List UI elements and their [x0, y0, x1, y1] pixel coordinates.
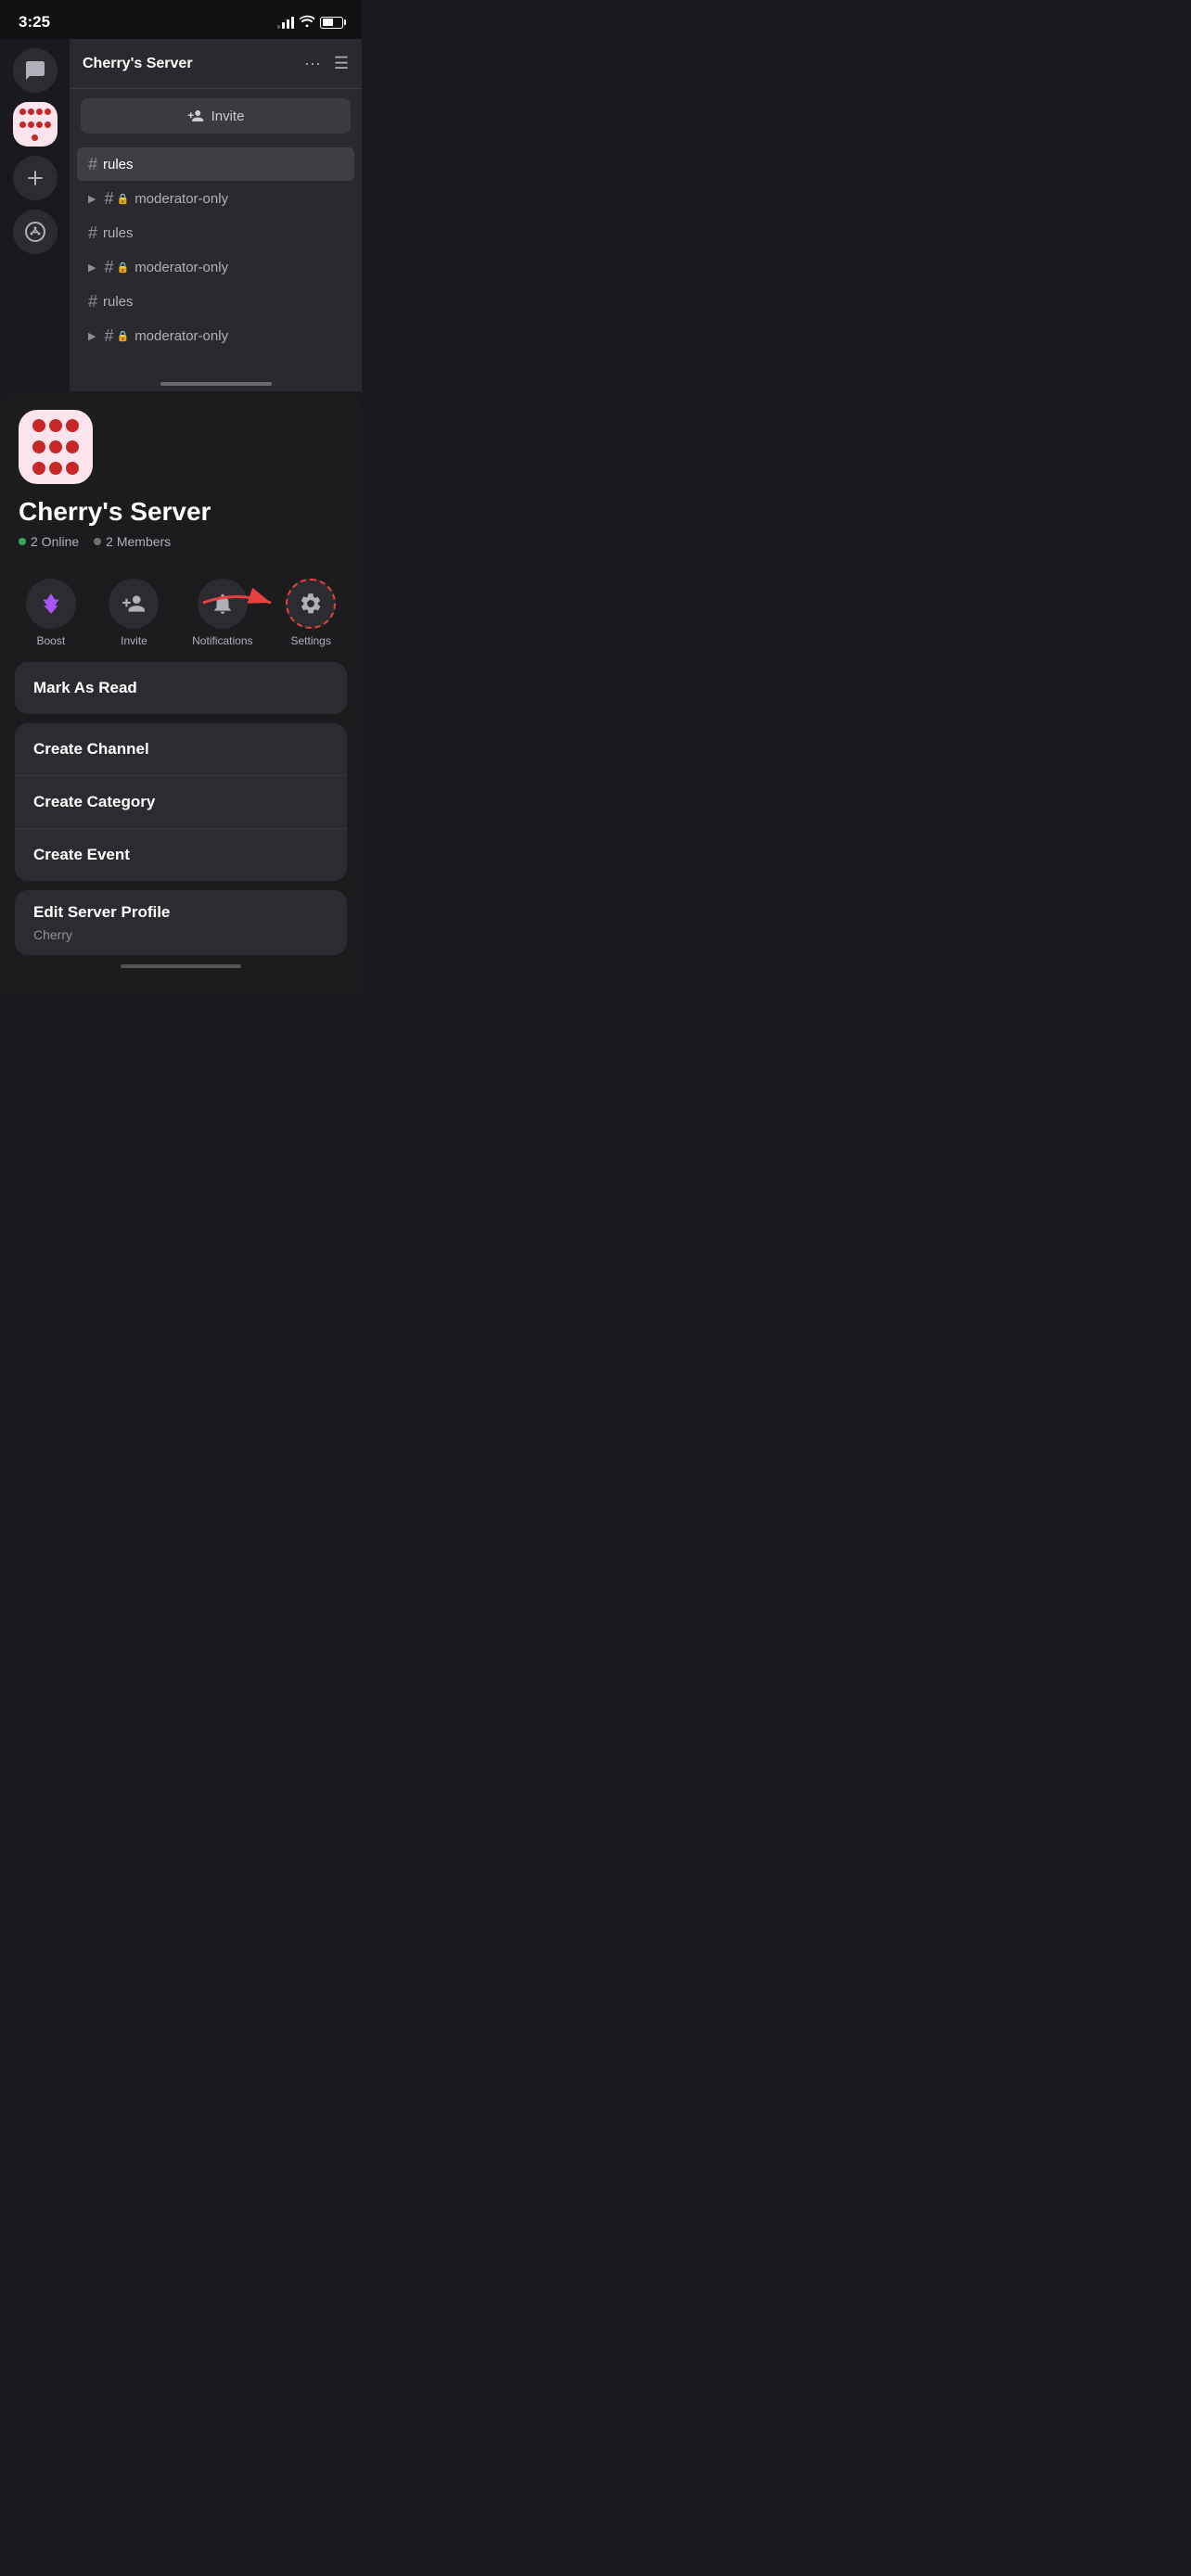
sidebar: [0, 39, 70, 391]
channel-name: rules: [103, 157, 134, 172]
channel-panel: Cherry's Server ··· ☰ Invite # rules ▶ #…: [70, 39, 362, 391]
create-channel-button[interactable]: Create Channel: [15, 723, 347, 776]
hamburger-menu-icon[interactable]: ☰: [334, 54, 349, 73]
channel-name: moderator-only: [134, 328, 228, 344]
boost-label: Boost: [36, 634, 65, 647]
channel-item-rules-2[interactable]: # rules: [77, 216, 354, 249]
server-title: Cherry's Server: [19, 497, 343, 527]
signal-icon: [277, 16, 294, 29]
server-avatar-large: [19, 410, 93, 484]
channel-hash-icon: #: [88, 293, 97, 310]
channel-arrow-icon: ▶: [88, 330, 96, 342]
settings-button[interactable]: Settings: [286, 579, 336, 647]
more-options-icon[interactable]: ···: [304, 54, 321, 73]
invite-button-label: Invite: [211, 108, 245, 124]
invite-label: Invite: [121, 634, 147, 647]
channel-hash-icon: #: [104, 190, 113, 207]
sidebar-item-add-server[interactable]: [13, 156, 58, 200]
server-info: Cherry's Server 2 Online 2 Members: [0, 391, 362, 564]
notifications-button[interactable]: Notifications: [192, 579, 252, 647]
channel-hash-icon: #: [104, 327, 113, 344]
server-name-header: Cherry's Server: [83, 56, 193, 72]
edit-profile-card: Edit Server Profile Cherry: [15, 890, 347, 955]
channel-name: rules: [103, 294, 134, 310]
boost-icon-wrap: [26, 579, 76, 629]
home-indicator: [121, 964, 241, 968]
action-row: Boost Invite Notifications: [0, 564, 362, 662]
status-icons: [277, 15, 343, 30]
edit-profile-button[interactable]: Edit Server Profile: [33, 903, 328, 922]
create-options-card: Create Channel Create Category Create Ev…: [15, 723, 347, 881]
wifi-icon: [300, 15, 314, 30]
sidebar-item-discover[interactable]: [13, 210, 58, 254]
status-time: 3:25: [19, 13, 50, 32]
channel-hash-icon: #: [88, 156, 97, 172]
server-stats: 2 Online 2 Members: [19, 534, 343, 549]
member-count: 2 Members: [106, 534, 171, 549]
channel-item-mod-only-2[interactable]: ▶ # 🔒 moderator-only: [77, 250, 354, 284]
channel-arrow-icon: ▶: [88, 193, 96, 205]
channel-item-mod-only-1[interactable]: ▶ # 🔒 moderator-only: [77, 182, 354, 215]
channel-hash-icon: #: [88, 224, 97, 241]
status-bar: 3:25: [0, 0, 362, 39]
invite-action-button[interactable]: Invite: [109, 579, 159, 647]
mark-as-read-button[interactable]: Mark As Read: [15, 662, 347, 714]
sidebar-item-cherry-server[interactable]: [13, 102, 58, 147]
scroll-indicator: [160, 382, 272, 386]
edit-profile-subtitle: Cherry: [15, 925, 347, 955]
online-dot: [19, 538, 26, 545]
server-header: Cherry's Server ··· ☰: [70, 39, 362, 89]
online-count: 2 Online: [31, 534, 79, 549]
channel-lock-icon: 🔒: [116, 261, 129, 274]
settings-icon-wrap: [286, 579, 336, 629]
channel-arrow-icon: ▶: [88, 261, 96, 274]
channel-item-mod-only-3[interactable]: ▶ # 🔒 moderator-only: [77, 319, 354, 352]
notifications-icon-wrap: [198, 579, 248, 629]
channel-list: # rules ▶ # 🔒 moderator-only # rules ▶ #…: [70, 143, 362, 376]
battery-icon: [320, 17, 343, 29]
channel-hash-icon: #: [104, 259, 113, 275]
header-icons: ··· ☰: [304, 54, 349, 73]
channel-name: moderator-only: [134, 260, 228, 275]
sidebar-item-dm[interactable]: [13, 48, 58, 93]
channel-lock-icon: 🔒: [116, 193, 129, 205]
channel-lock-icon: 🔒: [116, 330, 129, 342]
members-dot: [94, 538, 101, 545]
settings-label: Settings: [290, 634, 330, 647]
channel-item-rules-3[interactable]: # rules: [77, 285, 354, 318]
channel-name: rules: [103, 225, 134, 241]
channel-item-rules-1[interactable]: # rules: [77, 147, 354, 181]
menu-section: Mark As Read Create Channel Create Categ…: [15, 662, 347, 955]
invite-button[interactable]: Invite: [81, 98, 351, 134]
top-section: Cherry's Server ··· ☰ Invite # rules ▶ #…: [0, 39, 362, 391]
create-event-button[interactable]: Create Event: [15, 829, 347, 881]
notifications-label: Notifications: [192, 634, 252, 647]
mark-as-read-card: Mark As Read: [15, 662, 347, 714]
create-category-button[interactable]: Create Category: [15, 776, 347, 829]
bottom-sheet: Cherry's Server 2 Online 2 Members Boost: [0, 391, 362, 996]
invite-icon-wrap: [109, 579, 159, 629]
boost-button[interactable]: Boost: [26, 579, 76, 647]
channel-name: moderator-only: [134, 191, 228, 207]
